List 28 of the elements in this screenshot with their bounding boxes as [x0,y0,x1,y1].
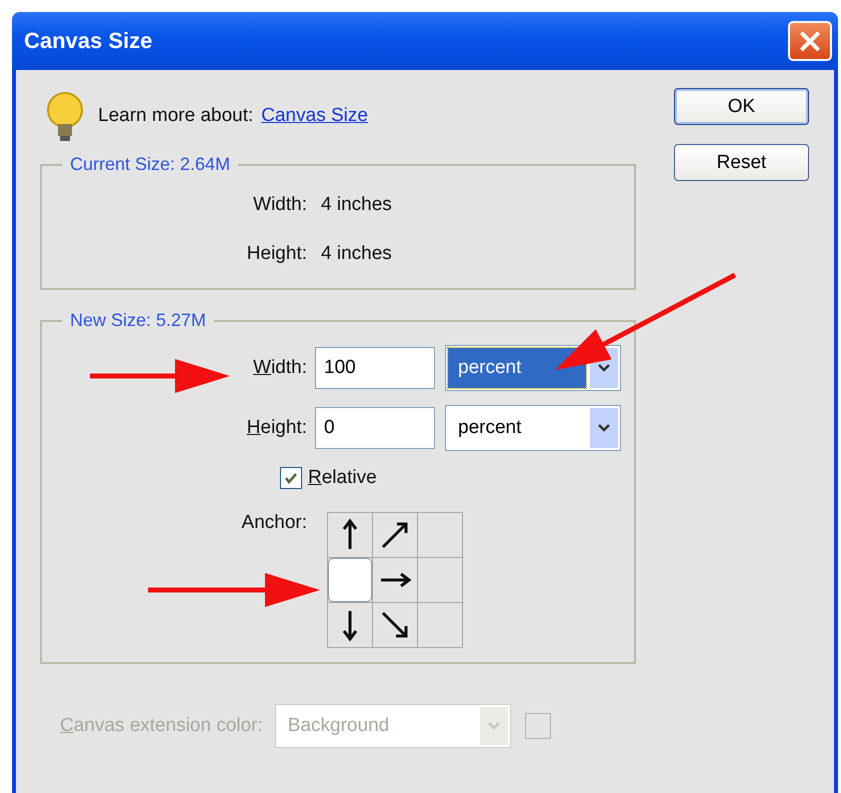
field-label: Height: [246,417,307,439]
size-input[interactable]: 100 [315,347,435,389]
dimension-value: 4 inches [321,242,393,264]
anchor-cell[interactable] [418,603,463,648]
anchor-label: Anchor: [242,512,307,534]
checkmark-icon [284,472,298,484]
checkbox-label: Relative [308,467,377,489]
anchor-cell-selected[interactable] [328,558,372,602]
extension-color-label: Canvas extension color: [60,715,263,737]
window-title: Canvas Size [23,28,152,54]
dimension-value: 4 inches [321,194,393,216]
anchor-cell[interactable] [418,513,463,558]
dialog-button[interactable]: Reset [674,144,809,181]
dimension-label: Width: [253,194,307,216]
color-swatch[interactable] [524,713,551,739]
unit-dropdown[interactable]: percent [445,405,621,451]
dialog-button[interactable]: OK [674,88,809,125]
dimension-label: Height: [246,242,307,264]
learn-more-text: Learn more about: [98,105,254,127]
anchor-cell[interactable] [418,558,463,603]
size-input[interactable]: 0 [315,407,435,449]
checkbox[interactable] [280,467,302,489]
caret-icon [597,423,611,433]
help-link[interactable]: Canvas Size [261,105,372,127]
field-label: Width: [253,357,307,379]
unit-dropdown[interactable]: percent [445,345,621,391]
caret-icon [486,721,501,731]
caret-icon [597,363,611,373]
